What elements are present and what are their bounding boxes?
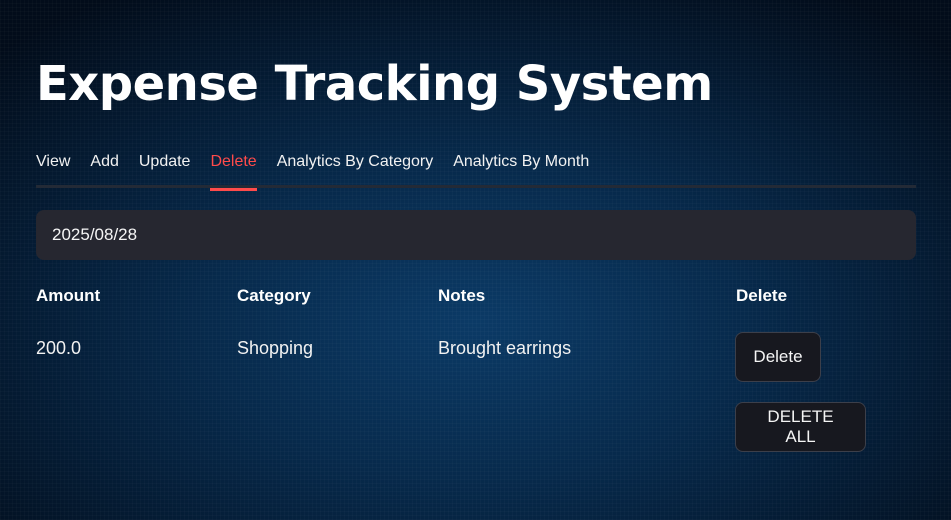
tab-update[interactable]: Update	[139, 150, 191, 188]
row-category: Shopping	[237, 338, 314, 358]
column-header-amount: Amount	[36, 286, 101, 305]
column-header-delete: Delete	[736, 286, 788, 305]
column-header-notes: Notes	[438, 286, 486, 305]
tab-bar: View Add Update Delete Analytics By Cate…	[36, 150, 916, 191]
tab-analytics-by-month[interactable]: Analytics By Month	[453, 150, 589, 188]
page-title: Expense Tracking System	[36, 56, 713, 112]
column-header-category: Category	[237, 286, 311, 305]
date-input[interactable]: 2025/08/28	[36, 210, 916, 260]
delete-all-button[interactable]: DELETE ALL	[735, 402, 866, 452]
delete-button[interactable]: Delete	[735, 332, 821, 382]
row-amount: 200.0	[36, 338, 82, 358]
row-notes: Brought earrings	[438, 338, 572, 358]
tab-view[interactable]: View	[36, 150, 70, 188]
tab-add[interactable]: Add	[90, 150, 118, 188]
tab-analytics-by-category[interactable]: Analytics By Category	[277, 150, 434, 188]
tab-delete[interactable]: Delete	[210, 150, 257, 191]
